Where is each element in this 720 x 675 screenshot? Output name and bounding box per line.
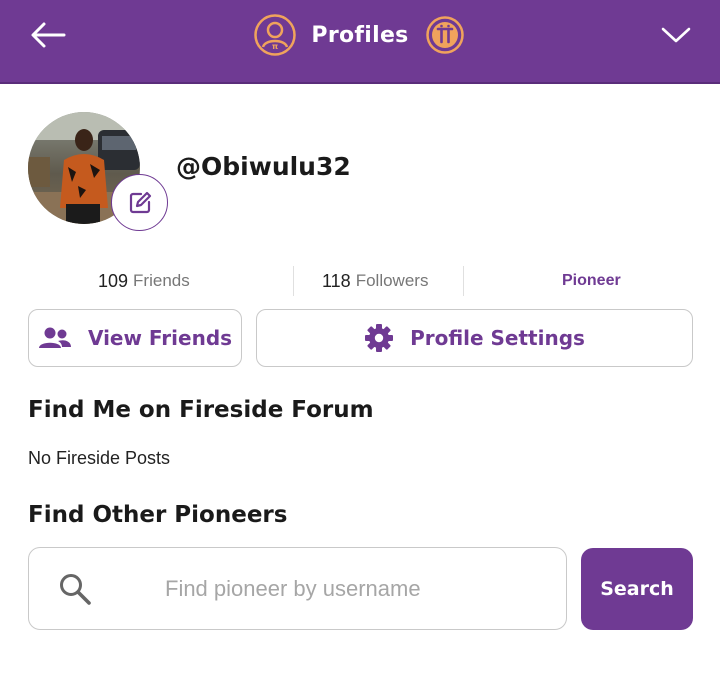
user-circle-icon[interactable]: π: [253, 13, 297, 57]
magnifier-icon: [57, 571, 93, 607]
followers-label: Followers: [355, 271, 429, 290]
fireside-empty-text: No Fireside Posts: [28, 448, 171, 468]
people-icon: [38, 327, 71, 348]
view-friends-label: View Friends: [87, 326, 233, 350]
header-title-group: π Profiles: [0, 12, 720, 58]
gear-icon: [365, 324, 394, 352]
chevron-down-icon: [661, 27, 691, 43]
search-input[interactable]: [165, 575, 545, 602]
search-box: [28, 547, 567, 630]
pencil-square-icon: [129, 191, 151, 213]
top-app-bar: π Profiles: [0, 0, 720, 84]
divider: [463, 266, 464, 296]
svg-text:π: π: [272, 42, 278, 51]
search-button[interactable]: Search: [581, 548, 693, 630]
fireside-section-title: Find Me on Fireside Forum: [28, 397, 374, 423]
username: @Obiwulu32: [176, 152, 351, 181]
profile-settings-label: Profile Settings: [410, 326, 585, 350]
find-pioneers-title: Find Other Pioneers: [28, 502, 288, 528]
page-title: Profiles: [311, 22, 409, 48]
role-badge: Pioneer: [562, 272, 621, 289]
dropdown-button[interactable]: [656, 20, 696, 50]
friends-stat[interactable]: 109 Friends: [98, 266, 190, 296]
edit-profile-button[interactable]: [111, 174, 168, 231]
view-friends-button[interactable]: View Friends: [28, 309, 242, 367]
followers-count: 118: [322, 270, 351, 291]
profile-stats: 109 Friends 118 Followers Pioneer: [28, 266, 693, 296]
pi-coin-icon[interactable]: [423, 13, 467, 57]
followers-stat[interactable]: 118 Followers: [322, 266, 428, 296]
profile-settings-button[interactable]: Profile Settings: [256, 309, 693, 367]
divider: [293, 266, 294, 296]
friends-label: Friends: [133, 271, 190, 290]
friends-count: 109: [98, 270, 129, 291]
